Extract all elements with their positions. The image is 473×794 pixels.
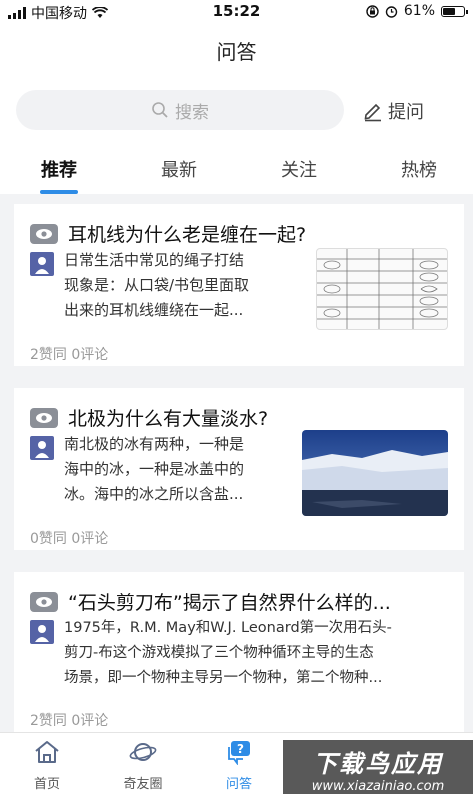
excerpt-line: 1975年，R.M. May和W.J. Leonard第一次用石头- [64, 620, 392, 636]
nav-qa[interactable]: ? 问答 [199, 739, 279, 792]
glacier-photo-thumbnail [302, 430, 448, 516]
ask-button[interactable]: 提问 [362, 98, 424, 124]
tab-latest[interactable]: 最新 [139, 156, 219, 182]
status-bar: 中国移动 15:22 61% [0, 0, 473, 22]
card-stats: 2赞同 0评论 [30, 347, 109, 363]
excerpt-line: 出来的耳机线缠绕在一起... [64, 301, 244, 319]
search-icon [152, 102, 168, 118]
planet-icon [129, 743, 157, 761]
nav-label: 首页 [33, 777, 60, 792]
card-title: “石头剪刀布”揭示了自然界什么样的... [68, 592, 391, 614]
card-stats: 2赞同 0评论 [30, 713, 109, 729]
card-excerpt: 南北极的冰有两种，一种是 海中的冰，一种是冰盖中的 冰。海中的冰之所以含盐... [64, 432, 300, 507]
svg-text:?: ? [237, 742, 244, 756]
rotation-lock-icon [366, 4, 379, 18]
search-input[interactable]: 搜索 [16, 90, 344, 130]
active-tab-indicator [40, 190, 78, 194]
nav-label: 奇友圈 [123, 777, 163, 792]
watermark: 下载鸟应用 www.xiazainiao.com [283, 740, 473, 794]
pencil-icon [364, 103, 381, 122]
question-card[interactable]: 耳机线为什么老是缠在一起? 日常生活中常见的绳子打结 现象是：从口袋/书包里面取… [14, 204, 464, 366]
watermark-sub: www.xiazainiao.com [311, 779, 445, 794]
card-excerpt: 日常生活中常见的绳子打结 现象是：从口袋/书包里面取 出来的耳机线缠绕在一起..… [64, 248, 300, 323]
card-title-row: 耳机线为什么老是缠在一起? [30, 220, 454, 247]
card-stats: 0赞同 0评论 [30, 531, 109, 547]
eye-icon [30, 407, 58, 428]
card-title: 耳机线为什么老是缠在一起? [68, 224, 307, 246]
excerpt-line: 冰。海中的冰之所以含盐... [64, 485, 244, 503]
card-title-row: 北极为什么有大量淡水? [30, 404, 454, 431]
battery-level [443, 7, 455, 15]
card-excerpt: 1975年，R.M. May和W.J. Leonard第一次用石头- 剪刀-布这… [64, 616, 454, 691]
page-title: 问答 [216, 40, 257, 64]
author-avatar [30, 620, 54, 644]
tab-bar: 推荐 最新 关注 热榜 [0, 156, 473, 194]
question-card[interactable]: 北极为什么有大量淡水? 南北极的冰有两种，一种是 海中的冰，一种是冰盖中的 冰。… [14, 388, 464, 550]
tab-label: 关注 [281, 160, 317, 181]
excerpt-line: 日常生活中常见的绳子打结 [64, 251, 245, 269]
eye-icon [30, 591, 58, 612]
nav-label: 问答 [225, 777, 252, 792]
status-right: 61% [366, 3, 468, 19]
card-title: 北极为什么有大量淡水? [68, 408, 269, 430]
battery-icon [441, 5, 468, 17]
knot-diagram-thumbnail [316, 248, 448, 330]
excerpt-line: 剪刀-布这个游戏模拟了三个物种循环主导的生态 [64, 645, 374, 661]
excerpt-line: 现象是：从口袋/书包里面取 [64, 276, 250, 294]
watermark-main: 下载鸟应用 [313, 750, 443, 778]
excerpt-line: 海中的冰，一种是冰盖中的 [64, 460, 245, 478]
tab-hot[interactable]: 热榜 [379, 156, 459, 182]
search-placeholder: 搜索 [175, 102, 209, 123]
alarm-icon [385, 5, 398, 18]
tab-label: 热榜 [401, 160, 437, 181]
nav-home[interactable]: 首页 [7, 739, 87, 792]
ask-label: 提问 [388, 102, 424, 123]
excerpt-line: 南北极的冰有两种，一种是 [64, 435, 245, 453]
eye-icon [30, 223, 58, 244]
tab-label: 推荐 [41, 160, 77, 181]
tab-following[interactable]: 关注 [259, 156, 339, 182]
question-card[interactable]: “石头剪刀布”揭示了自然界什么样的... 1975年，R.M. May和W.J.… [14, 572, 464, 732]
screen: 中国移动 15:22 61% 问答 搜索 提问 推荐 最新 关注 热榜 耳机线为… [0, 0, 473, 794]
qa-icon: ? [228, 741, 250, 766]
home-icon [35, 741, 59, 763]
author-avatar [30, 436, 54, 460]
card-title-row: “石头剪刀布”揭示了自然界什么样的... [30, 588, 454, 615]
nav-friends-circle[interactable]: 奇友圈 [103, 739, 183, 792]
tab-recommended[interactable]: 推荐 [19, 156, 99, 194]
author-avatar [30, 252, 54, 276]
battery-percent: 61% [403, 3, 435, 19]
tab-label: 最新 [161, 160, 197, 181]
excerpt-line: 场景，即一个物种主导另一个物种，第二个物种... [64, 670, 383, 686]
header: 问答 搜索 提问 推荐 最新 关注 热榜 [0, 22, 473, 194]
